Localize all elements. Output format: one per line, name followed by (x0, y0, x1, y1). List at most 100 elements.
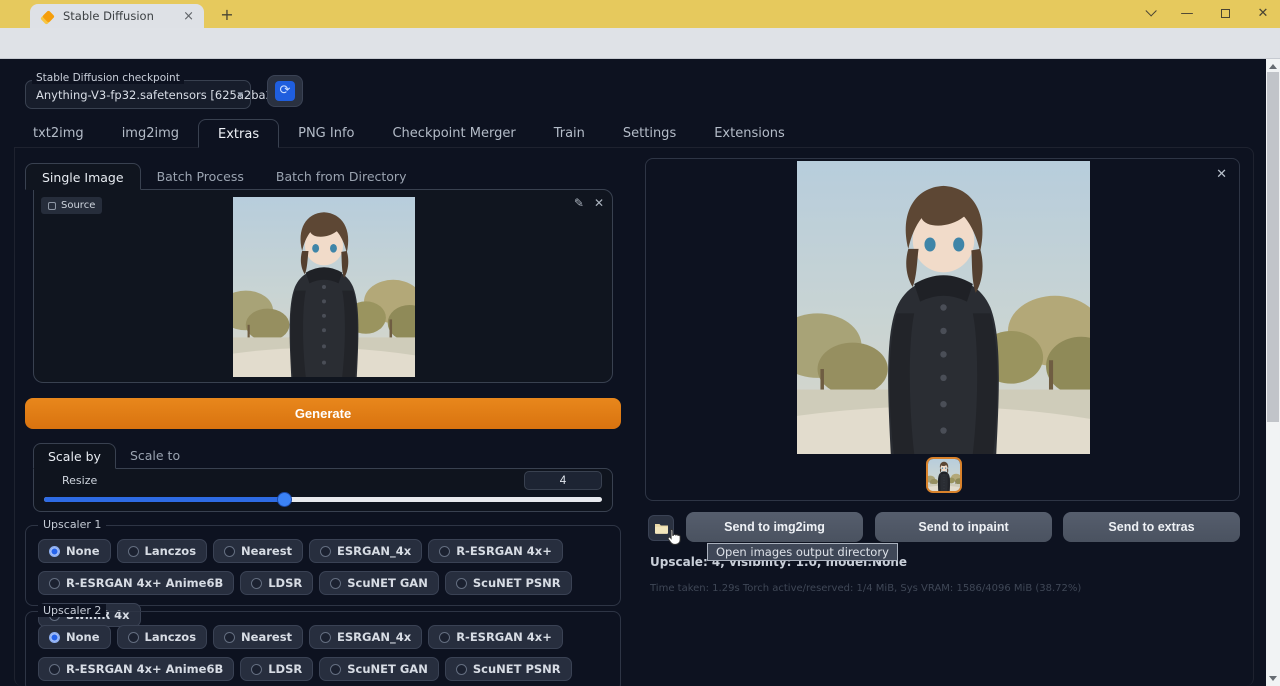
new-tab-button[interactable]: + (216, 5, 238, 25)
browser-tab-title: Stable Diffusion (63, 9, 181, 23)
resize-label: Resize (62, 474, 97, 487)
upscaler2-option-scunet-gan[interactable]: ScuNET GAN (319, 657, 439, 681)
radio-icon (251, 664, 262, 675)
upscaler2-group: Upscaler 2 None Lanczos Nearest ESRGAN_4… (25, 611, 621, 686)
upscaler2-option-lanczos[interactable]: Lanczos (117, 625, 208, 649)
radio-icon (439, 546, 450, 557)
scroll-down-icon[interactable] (1269, 676, 1277, 681)
main-tab-bar: txt2img img2img Extras PNG Info Checkpoi… (14, 119, 804, 148)
window-close-button[interactable]: ✕ (1248, 4, 1278, 24)
upscaler2-option-nearest[interactable]: Nearest (213, 625, 303, 649)
app-window: Stable Diffusion × + — ✕ ← → ↻ i 127.0.0… (0, 0, 1280, 686)
radio-icon (456, 578, 467, 589)
tab-scale-by[interactable]: Scale by (33, 443, 116, 469)
radio-icon (330, 578, 341, 589)
window-menu-chevron-icon[interactable] (1134, 4, 1164, 24)
tab-close-icon[interactable]: × (181, 9, 196, 24)
radio-icon (439, 632, 450, 643)
radio-icon (49, 664, 60, 675)
tab-checkpoint-merger[interactable]: Checkpoint Merger (373, 119, 534, 148)
scale-tab-bar: Scale by Scale to (33, 443, 194, 469)
browser-toolbar: ← → ↻ i 127.0.0.1:7860 ★ G ⋮ (0, 28, 1280, 59)
tab-batch-process[interactable]: Batch Process (141, 163, 260, 190)
tab-train[interactable]: Train (535, 119, 604, 148)
mouse-cursor-icon (664, 527, 684, 547)
browser-tab[interactable]: Stable Diffusion × (30, 4, 204, 28)
radio-icon (320, 546, 331, 557)
resize-number-input[interactable] (524, 471, 602, 490)
chevron-down-icon: ▾ (237, 88, 243, 101)
scrollbar-thumb[interactable] (1267, 72, 1279, 422)
upscaler2-option-r-esrgan-4x[interactable]: R-ESRGAN 4x+ (428, 625, 563, 649)
tab-png-info[interactable]: PNG Info (279, 119, 373, 148)
refresh-icon: ⟳ (275, 81, 295, 101)
radio-icon (49, 578, 60, 589)
slider-thumb[interactable] (278, 493, 291, 506)
window-maximize-button[interactable] (1210, 4, 1240, 24)
window-minimize-button[interactable]: — (1172, 4, 1202, 24)
upscaler1-option-scunet-psnr[interactable]: ScuNET PSNR (445, 571, 572, 595)
refresh-checkpoint-button[interactable]: ⟳ (267, 75, 303, 107)
upscaler1-option-none[interactable]: None (38, 539, 111, 563)
webui-page: Stable Diffusion checkpoint Anything-V3-… (0, 59, 1280, 686)
output-thumbnail[interactable] (926, 457, 962, 493)
send-to-extras-button[interactable]: Send to extras (1063, 512, 1240, 542)
extras-sub-tab-bar: Single Image Batch Process Batch from Di… (25, 163, 422, 190)
send-to-img2img-button[interactable]: Send to img2img (686, 512, 863, 542)
folder-button-tooltip: Open images output directory (707, 543, 898, 561)
favicon-icon (42, 10, 55, 23)
tab-extensions[interactable]: Extensions (695, 119, 804, 148)
output-image[interactable] (797, 161, 1090, 454)
tab-img2img[interactable]: img2img (103, 119, 198, 148)
source-image (233, 197, 415, 377)
upscaler2-option-esrgan-4x[interactable]: ESRGAN_4x (309, 625, 422, 649)
radio-icon (330, 664, 341, 675)
gallery-close-icon[interactable]: ✕ (1216, 167, 1227, 182)
send-to-inpaint-button[interactable]: Send to inpaint (875, 512, 1052, 542)
radio-icon (251, 578, 262, 589)
resize-slider[interactable] (44, 497, 602, 502)
upscaler2-option-none[interactable]: None (38, 625, 111, 649)
upscaler1-option-nearest[interactable]: Nearest (213, 539, 303, 563)
tab-settings[interactable]: Settings (604, 119, 695, 148)
scroll-up-icon[interactable] (1269, 64, 1277, 69)
checkpoint-label: Stable Diffusion checkpoint (32, 72, 184, 84)
radio-icon (456, 664, 467, 675)
radio-checked-icon (49, 632, 60, 643)
upscaler1-option-scunet-gan[interactable]: ScuNET GAN (319, 571, 439, 595)
radio-icon (320, 632, 331, 643)
page-scrollbar[interactable] (1266, 59, 1280, 686)
upscaler2-option-r-esrgan-4x-anime6b[interactable]: R-ESRGAN 4x+ Anime6B (38, 657, 234, 681)
tab-batch-from-directory[interactable]: Batch from Directory (260, 163, 423, 190)
upscaler1-label: Upscaler 1 (38, 518, 106, 531)
upscaler1-option-lanczos[interactable]: Lanczos (117, 539, 208, 563)
slider-fill (44, 497, 284, 502)
radio-icon (128, 632, 139, 643)
upscaler1-option-ldsr[interactable]: LDSR (240, 571, 313, 595)
tab-scale-to[interactable]: Scale to (116, 443, 194, 469)
browser-tabstrip: Stable Diffusion × + — ✕ (0, 0, 1280, 28)
upscaler1-option-r-esrgan-4x-anime6b[interactable]: R-ESRGAN 4x+ Anime6B (38, 571, 234, 595)
tab-txt2img[interactable]: txt2img (14, 119, 103, 148)
radio-icon (224, 546, 235, 557)
source-image-dropzone[interactable]: Source ✎ ✕ (33, 189, 613, 383)
upscaler2-option-ldsr[interactable]: LDSR (240, 657, 313, 681)
output-gallery: ✕ (645, 158, 1240, 501)
image-icon (48, 202, 56, 210)
upscaler2-option-scunet-psnr[interactable]: ScuNET PSNR (445, 657, 572, 681)
source-chip: Source (41, 197, 102, 214)
resize-control: Resize (33, 468, 613, 512)
edit-image-icon[interactable]: ✎ (574, 196, 584, 210)
radio-icon (128, 546, 139, 557)
tab-extras[interactable]: Extras (198, 119, 279, 148)
upscaler1-option-esrgan-4x[interactable]: ESRGAN_4x (309, 539, 422, 563)
clear-image-icon[interactable]: ✕ (594, 196, 604, 210)
upscaler2-label: Upscaler 2 (38, 604, 106, 617)
radio-icon (224, 632, 235, 643)
tab-single-image[interactable]: Single Image (25, 163, 141, 190)
upscaler1-option-r-esrgan-4x[interactable]: R-ESRGAN 4x+ (428, 539, 563, 563)
upscaler1-group: Upscaler 1 None Lanczos Nearest ESRGAN_4… (25, 525, 621, 606)
source-chip-label: Source (61, 200, 95, 211)
checkpoint-dropdown[interactable]: Stable Diffusion checkpoint Anything-V3-… (25, 80, 251, 109)
generate-button[interactable]: Generate (25, 398, 621, 429)
